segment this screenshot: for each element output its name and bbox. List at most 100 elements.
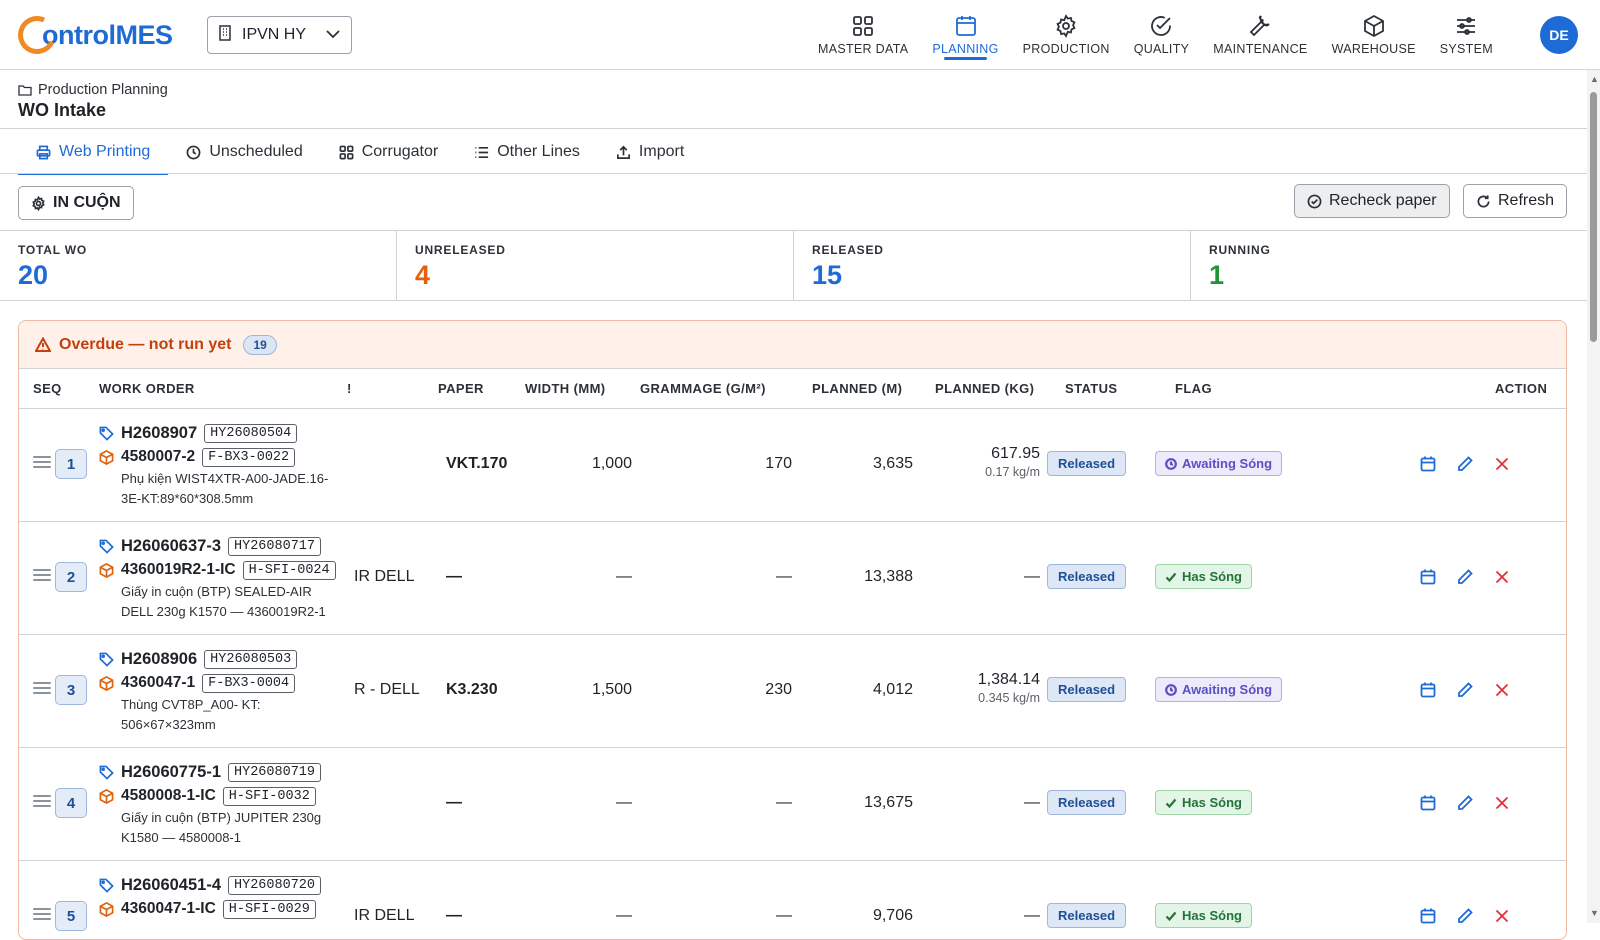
- clock-icon: [1165, 457, 1177, 470]
- breadcrumb-parent[interactable]: Production Planning: [38, 82, 168, 98]
- work-order-cell: H26060775-1 HY26080719 4580008-1-IC H-SF…: [99, 760, 341, 848]
- scrollbar-thumb[interactable]: [1590, 92, 1597, 342]
- close-icon: [1495, 796, 1509, 810]
- nav-maintenance[interactable]: MAINTENANCE: [1201, 0, 1319, 70]
- paper-cell: K3.230: [446, 681, 498, 698]
- logo-mark: [12, 10, 62, 60]
- page-scrollbar[interactable]: ▲ ▼: [1587, 70, 1600, 923]
- tab-import[interactable]: Import: [598, 130, 702, 174]
- table-row[interactable]: 2 H26060637-3 HY26080717 4360019R2-1-IC …: [19, 522, 1566, 635]
- scroll-down-arrow[interactable]: ▼: [1590, 908, 1599, 918]
- site-selector[interactable]: IPVN HY: [207, 16, 352, 54]
- nav-system[interactable]: SYSTEM: [1428, 0, 1505, 70]
- drag-handle-icon[interactable]: [33, 682, 51, 697]
- customer-cell: R - DELL: [354, 681, 420, 698]
- edit-button[interactable]: [1456, 455, 1476, 475]
- brand-logo[interactable]: ontrolMES: [12, 10, 173, 60]
- delete-button[interactable]: [1493, 568, 1513, 588]
- stat-value: 15: [812, 260, 843, 290]
- chevron-down-icon: [325, 26, 341, 44]
- line-filter-button[interactable]: IN CUỘN: [18, 186, 134, 220]
- col-seq[interactable]: SEQ: [33, 381, 62, 396]
- tab-other-lines[interactable]: Other Lines: [456, 130, 598, 174]
- nav-master-data[interactable]: MASTER DATA: [806, 0, 920, 70]
- work-order-cell: H26060451-4 HY26080720 4360047-1-IC H-SF…: [99, 873, 341, 921]
- planned-m-cell: 3,635: [872, 455, 913, 472]
- schedule-button[interactable]: [1419, 681, 1439, 701]
- status-badge: Released: [1047, 564, 1127, 589]
- planned-kg-value: —: [1024, 568, 1040, 585]
- schedule-button[interactable]: [1419, 794, 1439, 814]
- edit-button[interactable]: [1456, 794, 1476, 814]
- scroll-up-arrow[interactable]: ▲: [1590, 74, 1599, 84]
- pencil-icon: [1458, 569, 1473, 584]
- nav-production[interactable]: PRODUCTION: [1011, 0, 1122, 70]
- col-grammage[interactable]: GRAMMAGE (G/M²): [640, 381, 766, 396]
- delete-button[interactable]: [1493, 794, 1513, 814]
- table-row[interactable]: 5 H26060451-4 HY26080720 4360047-1-IC H-…: [19, 861, 1566, 939]
- nav-planning[interactable]: PLANNING: [920, 0, 1010, 70]
- width-cell: —: [616, 568, 632, 585]
- col-status[interactable]: STATUS: [1065, 381, 1117, 396]
- drag-handle-icon[interactable]: [33, 569, 51, 584]
- recheck-paper-button[interactable]: Recheck paper: [1294, 184, 1450, 218]
- table-row[interactable]: 1 H2608907 HY26080504 4580007-2 F-BX3-00…: [19, 409, 1566, 522]
- col-width[interactable]: WIDTH (MM): [525, 381, 606, 396]
- planned-kg-cell: —: [924, 794, 1040, 812]
- col-paper[interactable]: PAPER: [438, 381, 484, 396]
- overdue-header[interactable]: Overdue — not run yet 19: [19, 321, 1566, 369]
- seq-badge: 4: [55, 788, 87, 818]
- drag-handle-icon[interactable]: [33, 456, 51, 471]
- work-order-number[interactable]: H26060451-4: [121, 876, 221, 895]
- tab-corrugator[interactable]: Corrugator: [321, 130, 456, 174]
- table-row[interactable]: 3 H2608906 HY26080503 4360047-1 F-BX3-00…: [19, 635, 1566, 748]
- schedule-button[interactable]: [1419, 455, 1439, 475]
- schedule-button[interactable]: [1419, 568, 1439, 588]
- nav-warehouse[interactable]: WAREHOUSE: [1320, 0, 1428, 70]
- clock-icon: [186, 145, 201, 159]
- edit-button[interactable]: [1456, 907, 1476, 927]
- delete-button[interactable]: [1493, 907, 1513, 927]
- stat-released: RELEASED 15: [794, 231, 1191, 300]
- work-order-code: HY26080503: [204, 649, 298, 669]
- user-avatar[interactable]: DE: [1540, 16, 1578, 54]
- width-cell: —: [616, 794, 632, 811]
- product-number: 4360019R2-1-IC: [121, 561, 236, 578]
- grammage-cell: 230: [765, 681, 792, 698]
- status-badge: Released: [1047, 451, 1127, 476]
- col-flag[interactable]: FLAG: [1175, 381, 1212, 396]
- delete-button[interactable]: [1493, 681, 1513, 701]
- grammage-cell: 170: [765, 455, 792, 472]
- nav-quality[interactable]: QUALITY: [1122, 0, 1202, 70]
- col-planned-kg[interactable]: PLANNED (KG): [935, 381, 1034, 396]
- seq-badge: 5: [55, 901, 87, 931]
- divider: [0, 173, 1587, 174]
- work-order-number[interactable]: H2608906: [121, 650, 197, 669]
- planned-kg-cell: —: [924, 907, 1040, 925]
- work-order-number[interactable]: H26060637-3: [121, 537, 221, 556]
- main-nav: MASTER DATA PLANNING PRODUCTION QUALITY …: [806, 0, 1505, 70]
- tab-unscheduled[interactable]: Unscheduled: [168, 130, 320, 174]
- tab-web-printing[interactable]: Web Printing: [18, 130, 169, 175]
- drag-handle-icon[interactable]: [33, 795, 51, 810]
- nav-label: WAREHOUSE: [1331, 42, 1416, 56]
- col-planned-m[interactable]: PLANNED (M): [812, 381, 902, 396]
- seq-badge: 2: [55, 562, 87, 592]
- stat-label: TOTAL WO: [18, 243, 88, 257]
- delete-button[interactable]: [1493, 455, 1513, 475]
- refresh-button[interactable]: Refresh: [1463, 184, 1568, 218]
- edit-button[interactable]: [1456, 681, 1476, 701]
- work-order-number[interactable]: H26060775-1: [121, 763, 221, 782]
- col-work-order[interactable]: WORK ORDER: [99, 381, 195, 396]
- planned-m-cell: 9,706: [872, 907, 913, 924]
- tab-label: Corrugator: [361, 143, 439, 160]
- stat-running: RUNNING 1: [1191, 231, 1587, 300]
- table-row[interactable]: 4 H26060775-1 HY26080719 4580008-1-IC H-…: [19, 748, 1566, 861]
- drag-handle-icon[interactable]: [33, 908, 51, 923]
- calendar-icon: [1420, 908, 1436, 924]
- tag-icon: [99, 765, 114, 780]
- work-order-number[interactable]: H2608907: [121, 424, 197, 443]
- col-customer[interactable]: !: [347, 381, 352, 396]
- schedule-button[interactable]: [1419, 907, 1439, 927]
- edit-button[interactable]: [1456, 568, 1476, 588]
